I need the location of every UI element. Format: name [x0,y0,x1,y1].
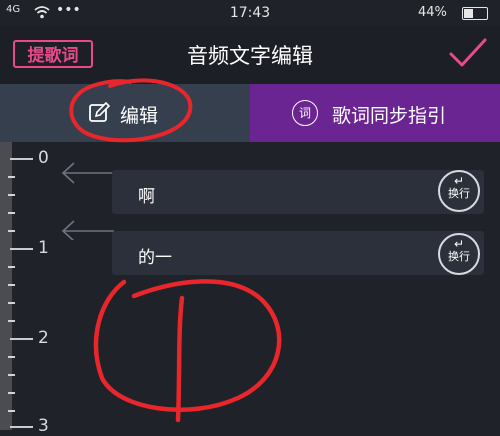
ruler-minor-tick [8,320,15,322]
ruler-minor-tick [8,374,15,376]
ruler-label: 0 [38,148,49,168]
ruler-minor-tick [8,230,15,232]
edit-icon [89,102,110,122]
ruler-minor-tick [8,266,15,268]
lyric-line-text: 的一 [138,248,172,268]
ruler-minor-tick [8,212,15,214]
lyric-line-text: 啊 [138,187,155,207]
ruler-label: 1 [38,238,49,258]
line-break-label: 换行 [448,187,470,200]
tab-lyric-sync-guide[interactable]: 词 歌词同步指引 [250,84,500,142]
lyric-line-row[interactable]: 的一 ↵ 换行 [112,231,484,275]
tab-sync-label: 歌词同步指引 [332,105,447,127]
confirm-check-icon[interactable] [448,36,488,70]
ruler-minor-tick [8,284,15,286]
return-arrow-icon: ↵ [453,237,465,251]
line-break-button[interactable]: ↵ 换行 [438,170,480,212]
status-bar: 4G ••• 17:43 44% [0,0,500,26]
tab-edit-label: 编辑 [120,105,159,127]
line-break-label: 换行 [448,250,470,263]
app-header: 提歌词 音频文字编辑 [0,26,500,84]
lyric-line-row[interactable]: 啊 ↵ 换行 [112,170,484,214]
ruler-minor-tick [8,302,15,304]
ruler-minor-tick [8,356,15,358]
ruler-label: 2 [38,328,49,348]
timeline-ruler[interactable] [0,142,12,430]
tab-edit[interactable]: 编辑 [0,84,250,142]
page-title: 音频文字编辑 [187,44,313,68]
ruler-major-tick [10,426,33,428]
ruler-minor-tick [8,392,15,394]
ruler-major-tick [10,158,33,160]
time-marker-arrows [61,162,114,240]
battery-percent: 44% [418,5,447,20]
lyric-icon: 词 [292,100,318,126]
ruler-major-tick [10,248,33,250]
ruler-minor-tick [8,176,15,178]
ruler-minor-tick [8,194,15,196]
line-break-button[interactable]: ↵ 换行 [438,233,480,275]
ruler-label: 3 [38,416,49,436]
ruler-major-tick [10,338,33,340]
return-arrow-icon: ↵ [453,174,465,188]
battery-icon [462,7,488,20]
ruler-minor-tick [8,410,15,412]
